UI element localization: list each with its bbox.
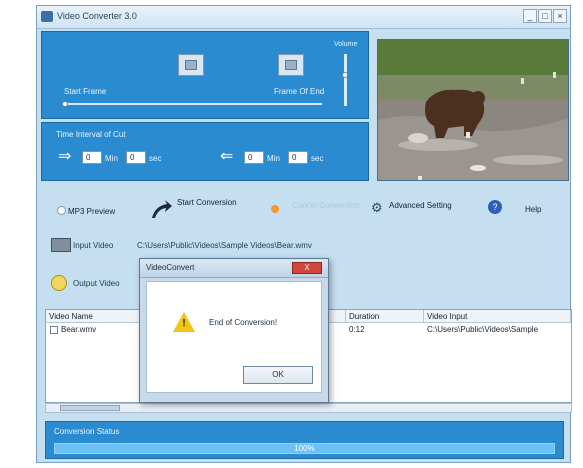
start-conversion-icon[interactable] bbox=[149, 198, 173, 220]
stop-button[interactable] bbox=[278, 54, 304, 76]
player-panel: Start Frame Frame Of End Volume bbox=[41, 31, 369, 119]
status-panel: Conversion Status 100% bbox=[45, 421, 564, 459]
dialog-title: VideoConvert bbox=[146, 263, 195, 272]
stop-icon bbox=[285, 60, 297, 70]
minimize-button[interactable]: _ bbox=[523, 9, 537, 23]
ok-button[interactable]: OK bbox=[243, 366, 313, 384]
seek-knob[interactable] bbox=[62, 101, 68, 107]
volume-slider[interactable] bbox=[344, 54, 347, 106]
start-min-unit: Min bbox=[105, 154, 118, 163]
pause-button[interactable] bbox=[178, 54, 204, 76]
start-conversion-button[interactable]: Start Conversion bbox=[177, 198, 237, 207]
conversion-status-label: Conversion Status bbox=[54, 427, 120, 436]
end-of-conversion-dialog: VideoConvert X ! End of Conversion! OK bbox=[139, 258, 329, 403]
dialog-body: ! End of Conversion! OK bbox=[146, 281, 322, 393]
maximize-button[interactable]: □ bbox=[538, 9, 552, 23]
row-duration: 0:12 bbox=[349, 325, 365, 334]
window-title: Video Converter 3.0 bbox=[57, 11, 137, 21]
start-sec-input[interactable]: 0 bbox=[126, 151, 146, 164]
col-duration[interactable]: Duration bbox=[346, 310, 424, 323]
start-frame-label: Start Frame bbox=[64, 87, 107, 96]
mp3-preview-checkbox[interactable] bbox=[57, 206, 66, 215]
dialog-close-button[interactable]: X bbox=[292, 262, 322, 274]
input-video-label: Input Video bbox=[73, 241, 114, 250]
horizontal-scrollbar[interactable] bbox=[45, 403, 572, 413]
warning-icon-mark: ! bbox=[182, 318, 186, 329]
settings-icon: ⚙ bbox=[371, 200, 383, 215]
interval-label: Time Interval of Cut bbox=[56, 130, 126, 139]
dialog-title-bar: VideoConvert X bbox=[140, 259, 328, 278]
mp3-preview-label: MP3 Preview bbox=[68, 207, 116, 216]
dialog-message: End of Conversion! bbox=[209, 318, 278, 327]
output-video-label: Output Video bbox=[73, 279, 120, 288]
cancel-conversion-button[interactable]: Cancel Conversion bbox=[292, 201, 360, 210]
scrollbar-thumb[interactable] bbox=[60, 405, 120, 411]
cancel-conversion-icon bbox=[271, 205, 279, 213]
app-icon bbox=[41, 11, 53, 22]
start-min-input[interactable]: 0 bbox=[82, 151, 102, 164]
pause-icon bbox=[185, 60, 197, 70]
bear-video-frame bbox=[378, 40, 568, 180]
end-arrow-icon: ⇐ bbox=[220, 148, 234, 165]
end-min-unit: Min bbox=[267, 154, 280, 163]
end-min-input[interactable]: 0 bbox=[244, 151, 264, 164]
interval-panel: Time Interval of Cut ⇒ 0 Min 0 sec ⇐ 0 M… bbox=[41, 122, 369, 181]
output-folder-icon bbox=[51, 275, 67, 291]
help-icon: ? bbox=[488, 200, 502, 214]
start-sec-unit: sec bbox=[149, 154, 162, 163]
video-preview bbox=[377, 39, 569, 181]
end-frame-label: Frame Of End bbox=[274, 87, 325, 96]
end-sec-input[interactable]: 0 bbox=[288, 151, 308, 164]
end-sec-unit: sec bbox=[311, 154, 324, 163]
film-icon bbox=[51, 238, 71, 252]
col-video-input[interactable]: Video Input bbox=[424, 310, 571, 323]
volume-label: Volume bbox=[334, 41, 358, 48]
progress-text: 100% bbox=[294, 444, 315, 453]
row-video-input: C:\Users\Public\Videos\Sample bbox=[427, 325, 539, 334]
conversion-progress: 100% bbox=[54, 443, 555, 454]
title-bar: Video Converter 3.0 _ □ × bbox=[37, 6, 570, 29]
close-button[interactable]: × bbox=[553, 9, 567, 23]
help-button[interactable]: Help bbox=[525, 205, 541, 214]
advanced-setting-button[interactable]: Advanced Setting bbox=[389, 201, 452, 210]
start-arrow-icon: ⇒ bbox=[58, 148, 72, 165]
row-checkbox[interactable] bbox=[50, 326, 58, 334]
volume-knob[interactable] bbox=[342, 72, 348, 78]
seek-slider[interactable] bbox=[64, 103, 322, 105]
input-video-path[interactable]: C:\Users\Public\Videos\Sample Videos\Bea… bbox=[137, 241, 312, 250]
